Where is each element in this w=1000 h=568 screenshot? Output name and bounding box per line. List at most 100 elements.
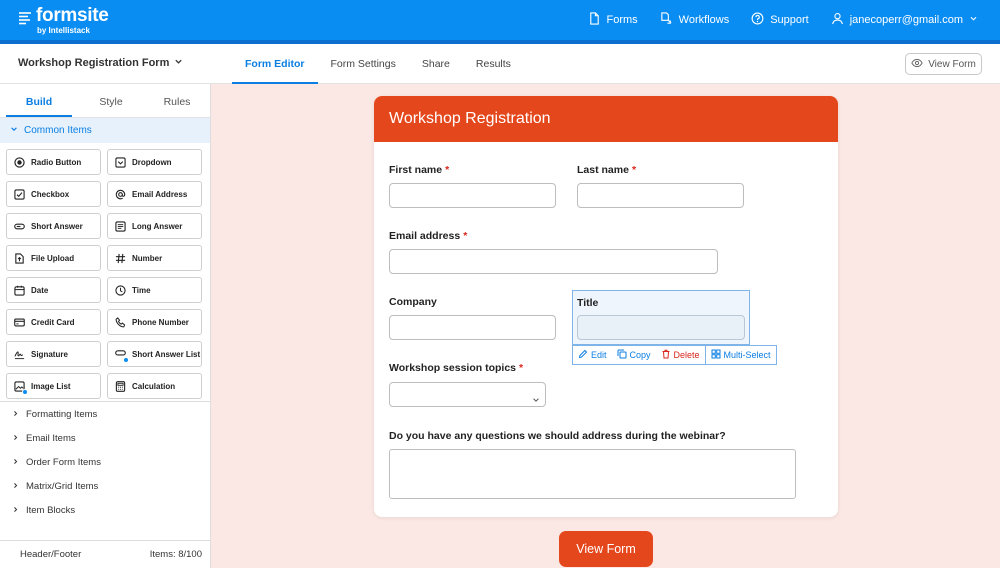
item-number[interactable]: Number — [107, 245, 202, 271]
view-form-header-button[interactable]: View Form — [905, 53, 982, 75]
item-label: Short Answer — [31, 221, 83, 231]
credit-card-icon — [14, 317, 25, 328]
item-email-address[interactable]: Email Address — [107, 181, 202, 207]
item-label: Date — [31, 285, 49, 295]
dropdown-icon — [115, 156, 126, 168]
item-short-answer[interactable]: Short Answer — [6, 213, 101, 239]
group-order-form-items[interactable]: Order Form Items — [0, 450, 210, 474]
long-answer-icon — [115, 220, 126, 232]
view-form-button[interactable]: View Form — [559, 531, 653, 567]
group-matrix-grid-items[interactable]: Matrix/Grid Items — [0, 474, 210, 498]
formsite-logo[interactable]: formsite by Intellistack — [18, 5, 109, 35]
required-mark: * — [631, 164, 637, 176]
user-icon — [831, 12, 844, 28]
tab-form-editor[interactable]: Form Editor — [232, 44, 318, 84]
sidebar-tabs: Build Style Rules — [0, 84, 210, 118]
item-file-upload[interactable]: File Upload — [6, 245, 101, 271]
group-formatting-items[interactable]: Formatting Items — [0, 402, 210, 426]
view-form-header-label: View Form — [928, 58, 976, 70]
nav-forms[interactable]: Forms — [588, 12, 638, 28]
chevron-right-icon — [12, 433, 19, 444]
item-calculation[interactable]: Calculation — [107, 373, 202, 399]
form-name-label: Workshop Registration Form — [18, 57, 170, 69]
document-icon — [588, 12, 601, 28]
delete-button[interactable]: Delete — [656, 346, 705, 364]
item-radio-button[interactable]: Radio Button — [6, 149, 101, 175]
group-label: Formatting Items — [26, 408, 98, 420]
item-dropdown[interactable]: Dropdown — [107, 149, 202, 175]
item-label: Calculation — [132, 381, 176, 391]
signature-icon — [14, 349, 25, 360]
chevron-down-icon — [10, 125, 18, 136]
item-short-answer-list[interactable]: Short Answer List — [107, 341, 202, 367]
logo-tagline: by Intellistack — [37, 26, 90, 35]
email-text: Email address — [389, 230, 461, 242]
editor-header: Workshop Registration Form Form Editor F… — [0, 44, 1000, 84]
session-topics-select[interactable] — [389, 382, 546, 407]
item-date[interactable]: Date — [6, 277, 101, 303]
tab-results[interactable]: Results — [463, 44, 524, 84]
form-card: Workshop Registration First name * Last n… — [374, 96, 838, 517]
item-label: Long Answer — [132, 221, 183, 231]
common-items-label: Common Items — [24, 125, 92, 136]
items-count: Items: 8/100 — [149, 549, 202, 560]
file-upload-icon — [14, 252, 25, 264]
nav-workflows[interactable]: Workflows — [660, 12, 729, 28]
item-label: Short Answer List — [132, 349, 201, 359]
help-circle-icon — [751, 12, 764, 28]
common-items-section[interactable]: Common Items — [0, 118, 210, 143]
company-label: Company — [389, 296, 437, 308]
logo-text: formsite — [36, 5, 109, 26]
group-label: Order Form Items — [26, 456, 101, 468]
last-name-label: Last name * — [577, 164, 636, 176]
at-icon — [115, 189, 126, 200]
logo-lines-icon — [18, 9, 32, 25]
copy-button[interactable]: Copy — [612, 346, 656, 364]
calendar-icon — [14, 285, 25, 296]
hash-icon — [115, 253, 126, 264]
form-name-dropdown[interactable]: Workshop Registration Form — [18, 57, 183, 69]
header-footer-link[interactable]: Header/Footer — [20, 549, 81, 560]
multi-select-label: Multi-Select — [723, 350, 771, 360]
group-email-items[interactable]: Email Items — [0, 426, 210, 450]
chevron-right-icon — [12, 505, 19, 516]
group-label: Matrix/Grid Items — [26, 480, 99, 492]
group-item-blocks[interactable]: Item Blocks — [0, 498, 210, 522]
multi-select-button[interactable]: Multi-Select — [704, 346, 776, 364]
calculator-icon — [115, 380, 126, 392]
item-long-answer[interactable]: Long Answer — [107, 213, 202, 239]
item-credit-card[interactable]: Credit Card — [6, 309, 101, 335]
short-answer-list-icon — [115, 349, 129, 363]
trash-icon — [661, 349, 671, 361]
first-name-input[interactable] — [389, 183, 556, 208]
tab-rules[interactable]: Rules — [144, 84, 210, 117]
last-name-input[interactable] — [577, 183, 744, 208]
tab-form-settings[interactable]: Form Settings — [318, 44, 409, 84]
form-canvas: Workshop Registration First name * Last n… — [211, 84, 1000, 568]
nav-support[interactable]: Support — [751, 12, 809, 28]
company-input[interactable] — [389, 315, 556, 340]
build-sidebar: Build Style Rules Common Items Radio But… — [0, 84, 211, 568]
form-title[interactable]: Workshop Registration — [374, 96, 838, 142]
questions-textarea[interactable] — [389, 449, 796, 499]
tab-build[interactable]: Build — [6, 84, 72, 117]
tab-share[interactable]: Share — [409, 44, 463, 84]
item-signature[interactable]: Signature — [6, 341, 101, 367]
item-image-list[interactable]: Image List — [6, 373, 101, 399]
common-items-grid: Radio Button Dropdown Checkbox Email Add… — [0, 143, 210, 401]
tab-style[interactable]: Style — [78, 84, 144, 117]
title-field-selected[interactable]: Title — [572, 290, 750, 345]
radio-icon — [14, 156, 25, 168]
chevron-right-icon — [12, 481, 19, 492]
item-label: Dropdown — [132, 157, 172, 167]
item-phone-number[interactable]: Phone Number — [107, 309, 202, 335]
email-input[interactable] — [389, 249, 718, 274]
item-checkbox[interactable]: Checkbox — [6, 181, 101, 207]
item-label: Radio Button — [31, 157, 82, 167]
item-time[interactable]: Time — [107, 277, 202, 303]
top-navigation-bar: formsite by Intellistack Forms Workflows… — [0, 0, 1000, 41]
user-menu[interactable]: janecoperr@gmail.com — [831, 12, 978, 28]
title-input[interactable] — [577, 315, 745, 340]
edit-button[interactable]: Edit — [573, 346, 612, 364]
email-label: Email address * — [389, 230, 467, 242]
